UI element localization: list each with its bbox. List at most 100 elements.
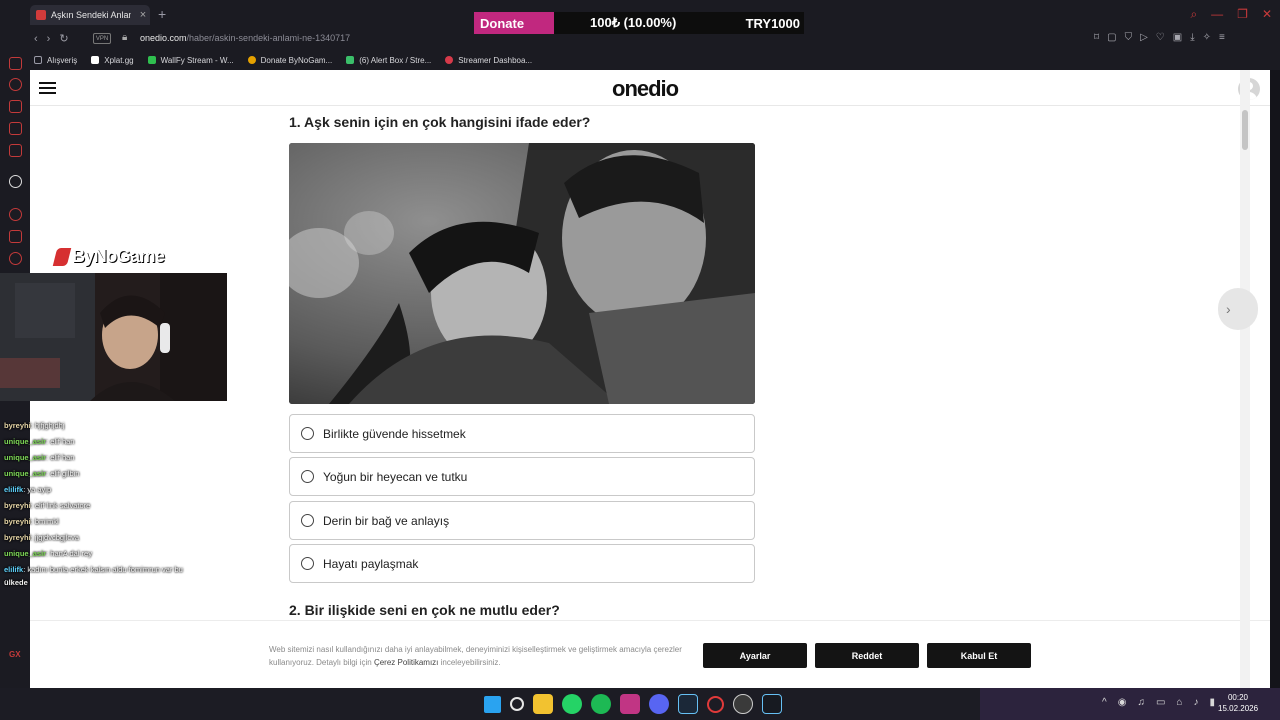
tray-app-icon[interactable]: ◉ bbox=[1118, 696, 1127, 710]
twitch-icon[interactable] bbox=[9, 100, 22, 113]
spotify-icon[interactable] bbox=[591, 694, 611, 714]
steam-icon[interactable] bbox=[678, 694, 698, 714]
mail-icon[interactable] bbox=[9, 144, 22, 157]
chat-username: unique_asir bbox=[4, 437, 47, 446]
chat-username: byreyhi bbox=[4, 501, 31, 510]
answer-option[interactable]: Birlikte güvende hissetmek bbox=[289, 414, 755, 453]
answer-label: Yoğun bir heyecan ve tutku bbox=[323, 469, 468, 484]
extensions-icon[interactable] bbox=[9, 230, 22, 243]
question-2-title: 2. Bir ilişkide seni en çok ne mutlu ede… bbox=[289, 602, 560, 618]
bookmark-item[interactable]: Xplat.gg bbox=[91, 55, 134, 65]
search-icon[interactable] bbox=[510, 697, 524, 711]
browser-tab-active[interactable]: Aşkın Sendeki Anlamı Ne? × bbox=[30, 5, 150, 25]
url-field[interactable]: onedio.com/haber/askin-sendeki-anlami-ne… bbox=[140, 32, 350, 45]
settings-icon[interactable] bbox=[9, 252, 22, 265]
heart-icon[interactable]: ♡ bbox=[1156, 31, 1165, 45]
minimize-icon[interactable]: — bbox=[1211, 7, 1223, 22]
battery-icon[interactable]: ▮ bbox=[1209, 696, 1215, 710]
chat-message: unique_asir: hanA dal rey bbox=[4, 549, 92, 558]
instagram-icon[interactable] bbox=[620, 694, 640, 714]
radio-button[interactable] bbox=[301, 514, 314, 527]
radio-button[interactable] bbox=[301, 470, 314, 483]
discord-icon[interactable] bbox=[9, 122, 22, 135]
cookie-policy-link[interactable]: Çerez Politikamızı bbox=[374, 658, 438, 667]
vpn-badge[interactable]: VPN bbox=[93, 33, 111, 44]
bookmark-item[interactable]: Alışveriş bbox=[34, 56, 77, 65]
lock-icon[interactable]: 🔒︎ bbox=[122, 32, 127, 43]
split-icon[interactable]: ▢ bbox=[1107, 31, 1116, 45]
bookmark-item[interactable]: (6) Alert Box / Stre... bbox=[346, 56, 431, 65]
window-controls: ⌕ — ❐ ✕ bbox=[1190, 7, 1272, 22]
opera-gx-icon[interactable] bbox=[707, 695, 724, 713]
chat-username: unique_asir bbox=[4, 453, 47, 462]
steam-app-icon[interactable] bbox=[762, 694, 782, 714]
donate-goal-bar: Donate 100₺ (10.00%) TRY1000 bbox=[474, 12, 804, 34]
messenger-icon[interactable] bbox=[9, 57, 22, 70]
bookmark-item[interactable]: Streamer Dashboa... bbox=[445, 56, 532, 65]
cookie-settings-button[interactable]: Ayarlar bbox=[703, 643, 807, 668]
search-tabs-icon[interactable]: ⌕ bbox=[1190, 7, 1197, 22]
system-clock[interactable]: 00:20 15.02.2026 bbox=[1218, 692, 1258, 714]
bookmark-item[interactable]: Donate ByNoGam... bbox=[247, 56, 332, 65]
profile-avatar-icon[interactable]: ▣ bbox=[1173, 31, 1182, 45]
next-arrow-icon[interactable]: › bbox=[1218, 288, 1258, 330]
microphone-icon[interactable]: ♫ bbox=[1137, 696, 1145, 710]
bookmark-item[interactable]: WallFy Stream - W... bbox=[147, 56, 234, 65]
maximize-icon[interactable]: ❐ bbox=[1237, 7, 1248, 22]
menu-icon[interactable]: ≡ bbox=[1219, 31, 1225, 45]
site-logo[interactable]: onedio bbox=[612, 76, 679, 102]
cookie-reject-button[interactable]: Reddet bbox=[815, 643, 919, 668]
forward-icon[interactable]: › bbox=[47, 32, 51, 46]
clock-icon[interactable] bbox=[9, 208, 22, 221]
radio-button[interactable] bbox=[301, 427, 314, 440]
snapshot-icon[interactable]: ⌑ bbox=[1094, 31, 1099, 45]
cookie-accept-button[interactable]: Kabul Et bbox=[927, 643, 1031, 668]
file-explorer-icon[interactable] bbox=[533, 694, 553, 714]
couple-photo bbox=[289, 143, 755, 404]
page-scrollbar[interactable] bbox=[1240, 70, 1250, 688]
question-1-title: 1. Aşk senin için en çok hangisini ifade… bbox=[289, 114, 591, 130]
network-icon[interactable]: ⌂ bbox=[1176, 696, 1182, 710]
answer-option[interactable]: Hayatı paylaşmak bbox=[289, 544, 755, 583]
stream-chat: byreyhi: hjfjghjdhj unique_asir: elif ha… bbox=[0, 418, 240, 598]
new-tab-button[interactable]: + bbox=[158, 6, 166, 22]
windows-start-icon[interactable] bbox=[484, 695, 501, 713]
chat-username: unique_asir bbox=[4, 549, 47, 558]
back-icon[interactable]: ‹ bbox=[34, 32, 38, 46]
chat-username: elilifk bbox=[4, 485, 24, 494]
answer-option[interactable]: Yoğun bir heyecan ve tutku bbox=[289, 457, 755, 496]
display-icon[interactable]: ▭ bbox=[1156, 696, 1165, 710]
reload-icon[interactable]: ↻ bbox=[59, 32, 68, 46]
tab-close-icon[interactable]: × bbox=[136, 9, 150, 21]
whatsapp-icon[interactable] bbox=[562, 694, 582, 714]
radio-button[interactable] bbox=[301, 557, 314, 570]
answer-option[interactable]: Derin bir bağ ve anlayış bbox=[289, 501, 755, 540]
obs-icon[interactable] bbox=[733, 694, 753, 714]
hamburger-menu-icon[interactable] bbox=[39, 82, 56, 94]
tray-chevron-icon[interactable]: ^ bbox=[1102, 696, 1107, 710]
chat-message: unique_asir: elif gilbin bbox=[4, 469, 80, 478]
shield-icon[interactable]: ⛉ bbox=[1125, 31, 1133, 45]
download-icon[interactable]: ⤓ bbox=[1190, 31, 1194, 45]
url-host: onedio.com bbox=[140, 33, 187, 43]
bynogame-mark-icon bbox=[52, 247, 72, 266]
bookmark-label: Xplat.gg bbox=[104, 55, 134, 65]
ai-icon[interactable]: ✧ bbox=[1203, 31, 1211, 45]
system-tray: ^ ◉ ♫ ▭ ⌂ ♪ ▮ bbox=[1102, 696, 1215, 710]
chat-text: elif han bbox=[50, 453, 75, 462]
onedio-favicon-icon bbox=[36, 10, 46, 20]
chat-message: byreyhi: hjfjghjdhj bbox=[4, 421, 65, 430]
history-icon[interactable] bbox=[9, 78, 22, 91]
chatgpt-icon[interactable] bbox=[9, 175, 22, 188]
donate-goal: TRY1000 bbox=[745, 15, 800, 31]
scrollbar-thumb[interactable] bbox=[1242, 110, 1248, 150]
donate-label: Donate bbox=[474, 12, 554, 34]
chat-text: hanA dal rey bbox=[50, 549, 92, 558]
discord-icon[interactable] bbox=[649, 694, 669, 714]
gx-label[interactable]: GX bbox=[9, 650, 21, 659]
play-icon[interactable]: ▷ bbox=[1140, 31, 1148, 45]
url-path: /haber/askin-sendeki-anlami-ne-1340717 bbox=[186, 33, 351, 43]
close-window-icon[interactable]: ✕ bbox=[1262, 7, 1272, 22]
volume-icon[interactable]: ♪ bbox=[1193, 696, 1198, 710]
chat-username: byreyhi bbox=[4, 421, 31, 430]
